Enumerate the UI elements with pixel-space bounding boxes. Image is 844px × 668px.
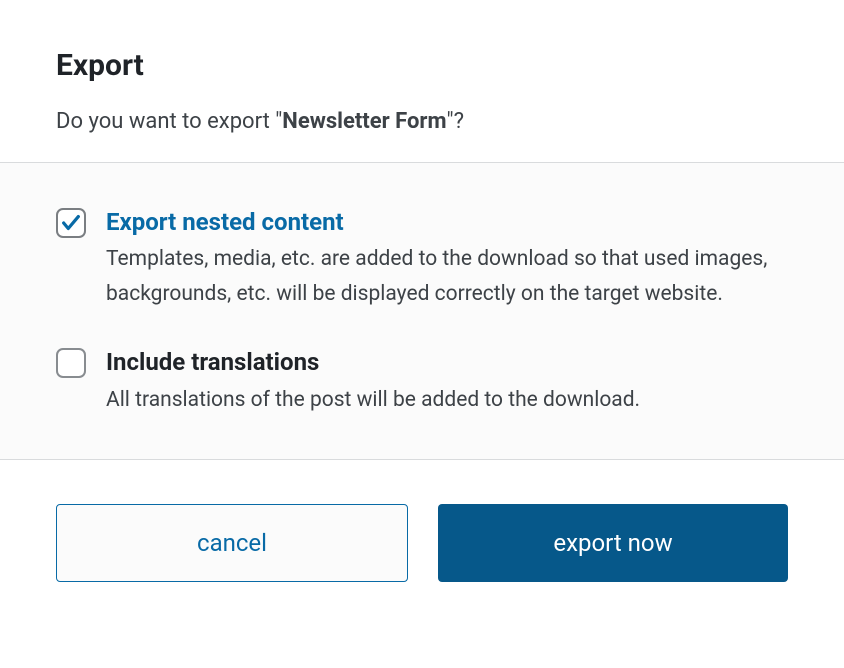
export-dialog: Export Do you want to export "Newsletter… <box>0 0 844 618</box>
checkbox-translations[interactable] <box>56 348 86 378</box>
cancel-button[interactable]: cancel <box>56 504 408 582</box>
option-translations-description: All translations of the post will be add… <box>106 383 788 418</box>
subtitle-prefix: Do you want to export " <box>56 109 282 134</box>
checkmark-icon <box>60 212 82 234</box>
dialog-subtitle: Do you want to export "Newsletter Form"? <box>56 109 788 134</box>
dialog-header: Export Do you want to export "Newsletter… <box>0 0 844 162</box>
export-now-button[interactable]: export now <box>438 504 788 582</box>
dialog-footer: cancel export now <box>0 460 844 618</box>
options-panel: Export nested content Templates, media, … <box>0 162 844 460</box>
checkbox-nested-content[interactable] <box>56 208 86 238</box>
option-nested-content: Export nested content Templates, media, … <box>56 207 788 311</box>
dialog-title: Export <box>56 48 788 83</box>
subtitle-suffix: "? <box>447 109 464 134</box>
option-nested-body: Export nested content Templates, media, … <box>106 207 788 311</box>
subtitle-item-name: Newsletter Form <box>282 109 446 134</box>
option-nested-description: Templates, media, etc. are added to the … <box>106 242 788 311</box>
option-translations: Include translations All translations of… <box>56 347 788 417</box>
option-nested-label[interactable]: Export nested content <box>106 207 788 238</box>
option-translations-label[interactable]: Include translations <box>106 347 788 378</box>
option-translations-body: Include translations All translations of… <box>106 347 788 417</box>
